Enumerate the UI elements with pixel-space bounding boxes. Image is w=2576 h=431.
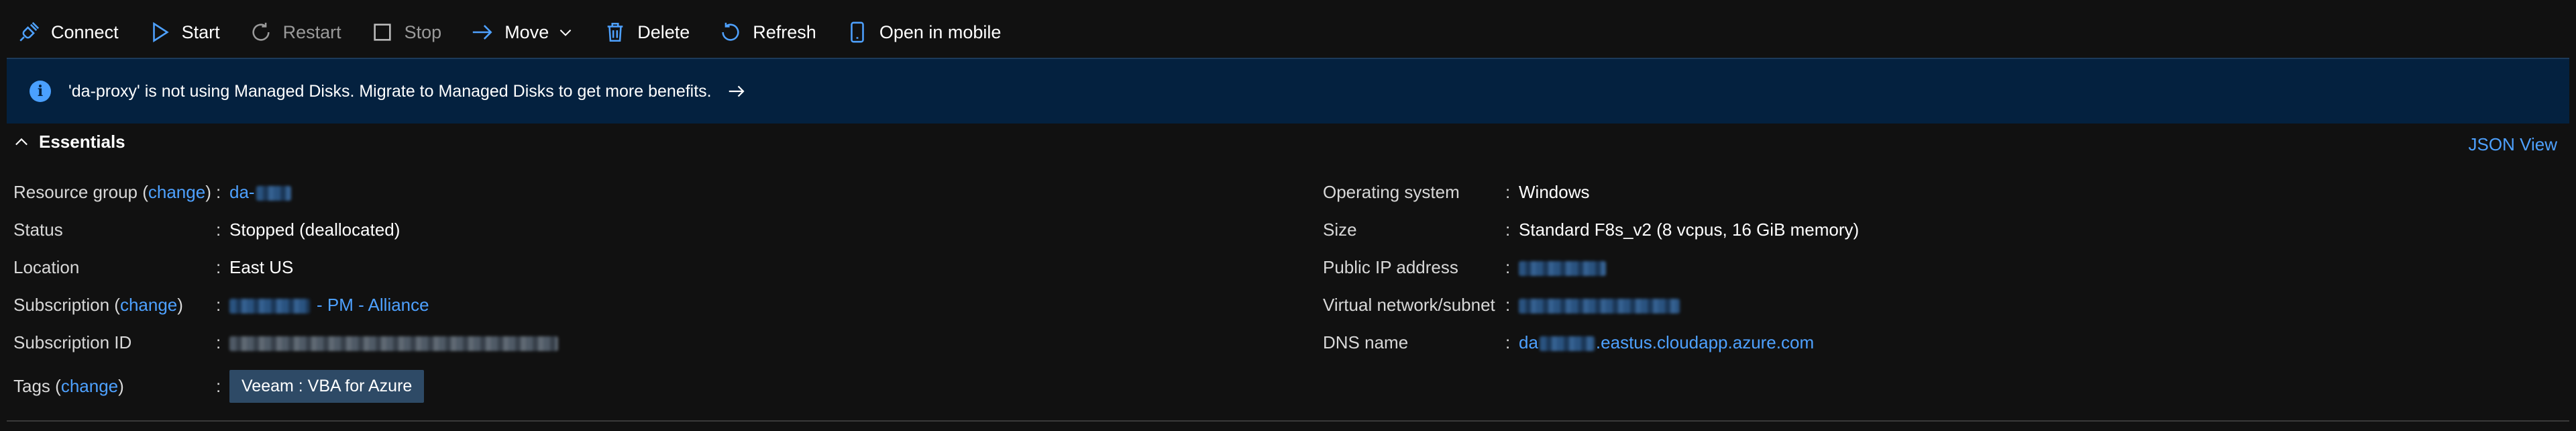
subscription-change-link[interactable]: change (120, 295, 177, 315)
vnet-row: Virtual network/subnet : (1323, 286, 1859, 324)
location-row: Location : East US (13, 256, 294, 277)
refresh-button[interactable]: Refresh (716, 12, 828, 52)
status-value: Stopped (deallocated) (229, 219, 400, 240)
start-label: Start (181, 21, 220, 42)
arrow-right-icon[interactable] (727, 81, 747, 101)
tags-label: Tags (change) (13, 375, 124, 396)
delete-label: Delete (637, 21, 690, 42)
dns-value[interactable]: da .eastus.cloudapp.azure.com (1519, 332, 1814, 353)
essentials-right-column: Operating system : Windows Size : Standa… (1323, 173, 1859, 361)
info-icon: i (30, 81, 51, 102)
subscription-label: Subscription (change) (13, 294, 183, 315)
restart-button[interactable]: Restart (247, 12, 354, 52)
start-button[interactable]: Start (146, 12, 232, 52)
chevron-up-icon (15, 138, 28, 145)
command-bar: Connect Start Restart Stop Move Delete R… (0, 0, 2576, 64)
public-ip-value[interactable] (1519, 257, 1606, 278)
os-value: Windows (1519, 181, 1590, 202)
os-label: Operating system (1323, 181, 1460, 202)
stop-icon (371, 21, 394, 44)
tags-row: Tags (change) : Veeam : VBA for Azure (13, 361, 558, 411)
subscription-row: Subscription (change) : - PM - Alliance (13, 294, 429, 316)
managed-disks-banner[interactable]: i 'da-proxy' is not using Managed Disks.… (7, 58, 2569, 124)
delete-button[interactable]: Delete (601, 12, 702, 52)
os-row: Operating system : Windows (1323, 181, 1590, 202)
play-icon (148, 21, 171, 44)
dns-row: DNS name : da .eastus.cloudapp.azure.com (1323, 332, 1815, 353)
mobile-phone-icon (846, 21, 869, 44)
resource-group-label: Resource group (change) (13, 181, 211, 202)
restart-icon (250, 21, 272, 44)
plug-icon (17, 21, 40, 44)
size-row: Size : Standard F8s_v2 (8 vcpus, 16 GiB … (1323, 219, 1860, 240)
size-label: Size (1323, 219, 1357, 240)
restart-label: Restart (282, 21, 341, 42)
status-label: Status (13, 219, 63, 240)
move-button[interactable]: Move (468, 12, 586, 52)
arrow-right-icon (471, 21, 494, 44)
vnet-value[interactable] (1519, 295, 1680, 316)
essentials-title: Essentials (39, 132, 125, 152)
vnet-label: Virtual network/subnet (1323, 294, 1495, 315)
location-value: East US (229, 256, 294, 277)
refresh-icon (719, 21, 742, 44)
connect-button[interactable]: Connect (15, 12, 131, 52)
open-in-mobile-button[interactable]: Open in mobile (843, 12, 1014, 52)
separator: : (216, 181, 221, 202)
location-label: Location (13, 256, 80, 277)
resource-group-change-link[interactable]: change (148, 182, 205, 202)
subscription-id-label: Subscription ID (13, 332, 132, 352)
resource-group-value[interactable]: da- (229, 182, 291, 203)
open-in-mobile-label: Open in mobile (879, 21, 1002, 42)
resource-group-row: Resource group (change) : da- (13, 173, 558, 211)
essentials-left-column: Resource group (change) : da- Status : S… (13, 173, 558, 411)
tags-change-link[interactable]: change (61, 376, 118, 396)
public-ip-label: Public IP address (1323, 256, 1458, 277)
dns-label: DNS name (1323, 332, 1409, 352)
essentials-toggle[interactable]: Essentials (12, 132, 125, 152)
json-view-link[interactable]: JSON View (2469, 134, 2557, 155)
subscription-id-value (229, 332, 558, 353)
chevron-down-icon (559, 30, 572, 36)
subscription-id-row: Subscription ID : (13, 324, 558, 361)
tag-chip[interactable]: Veeam : VBA for Azure (229, 369, 425, 403)
stop-label: Stop (404, 21, 442, 42)
status-row: Status : Stopped (deallocated) (13, 219, 400, 240)
connect-label: Connect (51, 21, 119, 42)
section-divider (7, 420, 2569, 422)
stop-button[interactable]: Stop (368, 12, 454, 52)
banner-message: 'da-proxy' is not using Managed Disks. M… (68, 81, 712, 101)
subscription-value[interactable]: - PM - Alliance (229, 295, 429, 316)
refresh-label: Refresh (753, 21, 816, 42)
public-ip-row: Public IP address : (1323, 248, 1859, 286)
size-value: Standard F8s_v2 (8 vcpus, 16 GiB memory) (1519, 219, 1860, 240)
move-label: Move (504, 21, 549, 42)
trash-icon (604, 21, 627, 44)
